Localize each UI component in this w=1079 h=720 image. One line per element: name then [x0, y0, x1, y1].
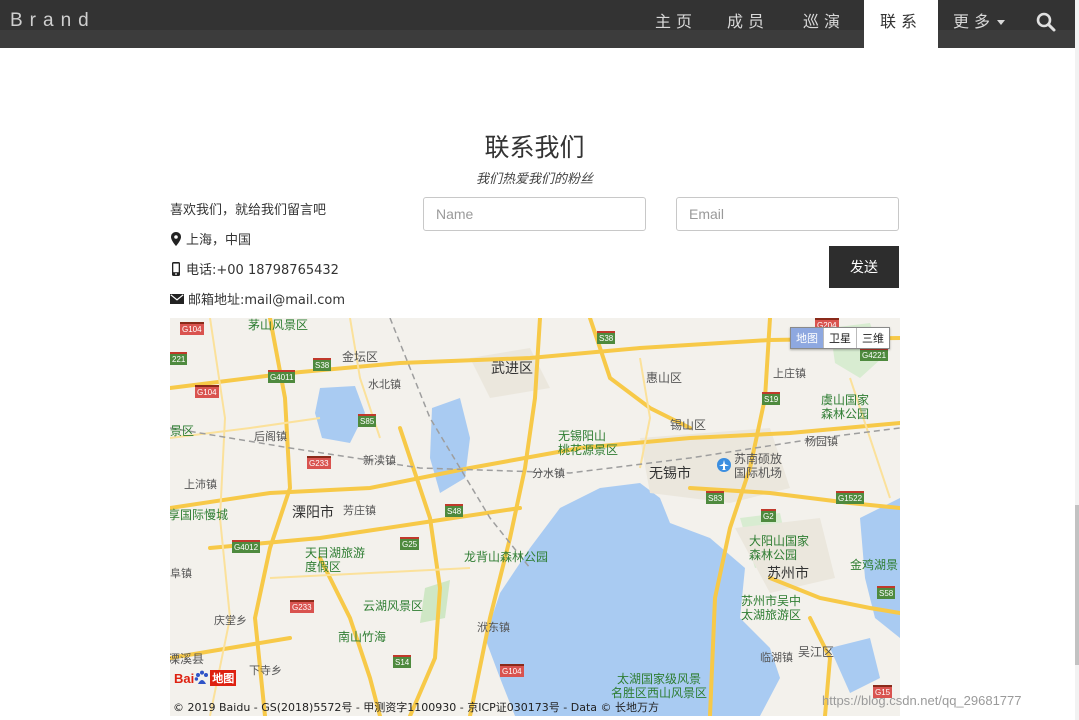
map-type-map-button[interactable]: 地图 [791, 328, 823, 348]
place-label: 芳庄镇 [343, 504, 376, 517]
highway-shield: G1522 [836, 491, 865, 504]
logo-ditu-text: 地图 [210, 670, 237, 686]
send-button[interactable]: 发送 [829, 246, 899, 288]
email-line: 邮箱地址:mail@mail.com [170, 289, 345, 308]
map-type-3d-button[interactable]: 三维 [856, 328, 889, 348]
highway-shield: 221 [170, 352, 188, 365]
email-text: 邮箱地址:mail@mail.com [188, 293, 345, 308]
place-label: 茅山风景区 [248, 318, 309, 332]
highway-shield: G25 [400, 537, 420, 550]
place-label: 庆堂乡 [214, 614, 247, 627]
scrollbar-thumb[interactable] [1075, 505, 1079, 665]
watermark-url: https://blog.csdn.net/qq_29681777 [822, 693, 1022, 708]
map-type-satellite-button[interactable]: 卫星 [823, 328, 856, 348]
place-label: 无锡市 [649, 466, 691, 482]
map-type-switcher: 地图 卫星 三维 [790, 327, 890, 349]
place-label: 金鸡湖景 [850, 558, 899, 572]
envelope-icon [170, 293, 184, 304]
place-label: 上庄镇 [773, 367, 806, 380]
place-label: 天目湖旅游 度假区 [305, 546, 366, 574]
highway-shield: S14 [393, 655, 412, 668]
navbar: Brand 主页 成员 巡演 联系 更多 [0, 0, 1075, 48]
highway-shield: G104 [180, 322, 204, 335]
highway-shield: S83 [706, 491, 725, 504]
place-label: 虞山国家 森林公园 [821, 393, 870, 421]
baidu-map[interactable]: 无锡市 苏州市 溧阳市 武进区 惠山区 锡山区 金坛区 茅山风景区 水北镇 后阁… [170, 318, 900, 716]
place-label: 下寺乡 [249, 664, 282, 677]
phone-text: 电话:+00 18798765432 [186, 263, 339, 278]
place-label: 金坛区 [342, 350, 379, 364]
place-label: 大阳山国家 森林公园 [749, 534, 810, 562]
place-label: 分水镇 [532, 467, 565, 480]
highway-shield: G233 [307, 456, 331, 469]
place-label: 南山竹海 [338, 630, 387, 644]
location-text: 上海，中国 [186, 233, 252, 248]
brand-logo[interactable]: Brand [10, 10, 96, 32]
map-marker-icon [171, 231, 181, 246]
place-label: 水北镇 [368, 378, 401, 391]
highway-shield: G4221 [860, 348, 889, 361]
nav-item-more-label: 更多 [952, 12, 995, 31]
contact-intro: 喜欢我们，就给我们留言吧 [170, 203, 327, 218]
nav-item-home[interactable]: 主页 [646, 0, 706, 48]
place-label: 上沛镇 [184, 478, 217, 491]
chevron-down-icon [997, 20, 1005, 25]
highway-shield: G104 [500, 664, 524, 677]
highway-shield: S48 [445, 504, 464, 517]
highway-shield: S38 [597, 331, 616, 344]
place-label: 太湖国家级风景 名胜区西山风景区 [611, 672, 708, 700]
place-label: 享国际慢城 [170, 508, 229, 522]
place-label: 临湖镇 [760, 651, 793, 664]
logo-bai-text: Bai [174, 670, 195, 686]
place-label: 武进区 [491, 361, 533, 377]
baidu-map-logo[interactable]: Bai 地图 [174, 670, 237, 686]
nav-item-more-dropdown[interactable]: 更多 [944, 0, 1014, 48]
airport-icon [717, 458, 731, 472]
baidu-paw-icon [194, 670, 209, 684]
place-label: 云湖风景区 [363, 599, 424, 613]
place-label: 后阁镇 [254, 430, 287, 443]
highway-shield: S19 [762, 392, 781, 405]
nav-item-tour[interactable]: 巡演 [793, 0, 855, 48]
name-input[interactable] [423, 197, 646, 231]
place-label: 杨园镇 [805, 435, 838, 448]
place-label: 景区 [170, 424, 195, 438]
highway-shield: G233 [290, 600, 314, 613]
search-icon[interactable] [1035, 11, 1057, 33]
place-label: 阜镇 [170, 567, 192, 580]
phone-icon [172, 261, 180, 276]
place-label: 溧溪县 [170, 652, 205, 666]
highway-shield: S38 [313, 358, 332, 371]
highway-shield: G2 [761, 509, 776, 522]
place-label: 无锡阳山 桃花源景区 [558, 429, 619, 457]
highway-shield: S85 [358, 414, 377, 427]
place-label: 苏州市 [767, 566, 809, 582]
nav-item-contact[interactable]: 联系 [864, 0, 938, 48]
email-input[interactable] [676, 197, 899, 231]
highway-shield: G4012 [232, 540, 261, 553]
place-label: 溧阳市 [292, 505, 334, 521]
highway-shield: S58 [877, 586, 896, 599]
scrollbar-track[interactable] [1075, 0, 1079, 720]
highway-shield: G104 [195, 385, 219, 398]
place-label: 新渎镇 [363, 454, 396, 467]
nav-item-members[interactable]: 成员 [718, 0, 778, 48]
map-copyright: © 2019 Baidu - GS(2018)5572号 - 甲测资字11009… [173, 701, 660, 714]
place-label: 惠山区 [646, 371, 683, 385]
place-label: 龙背山森林公园 [464, 550, 549, 564]
location-line: 上海，中国 [170, 229, 251, 248]
place-label: 苏南硕放 国际机场 [734, 452, 783, 480]
place-label: 锡山区 [670, 418, 707, 432]
phone-line: 电话:+00 18798765432 [170, 259, 339, 278]
contact-title: 联系我们 [484, 133, 585, 162]
highway-shield: G4011 [268, 370, 296, 383]
place-label: 洑东镇 [477, 621, 510, 634]
place-label: 吴江区 [798, 645, 835, 659]
place-label: 苏州市吴中 太湖旅游区 [741, 594, 802, 622]
contact-subtitle: 我们热爱我们的粉丝 [475, 172, 593, 187]
